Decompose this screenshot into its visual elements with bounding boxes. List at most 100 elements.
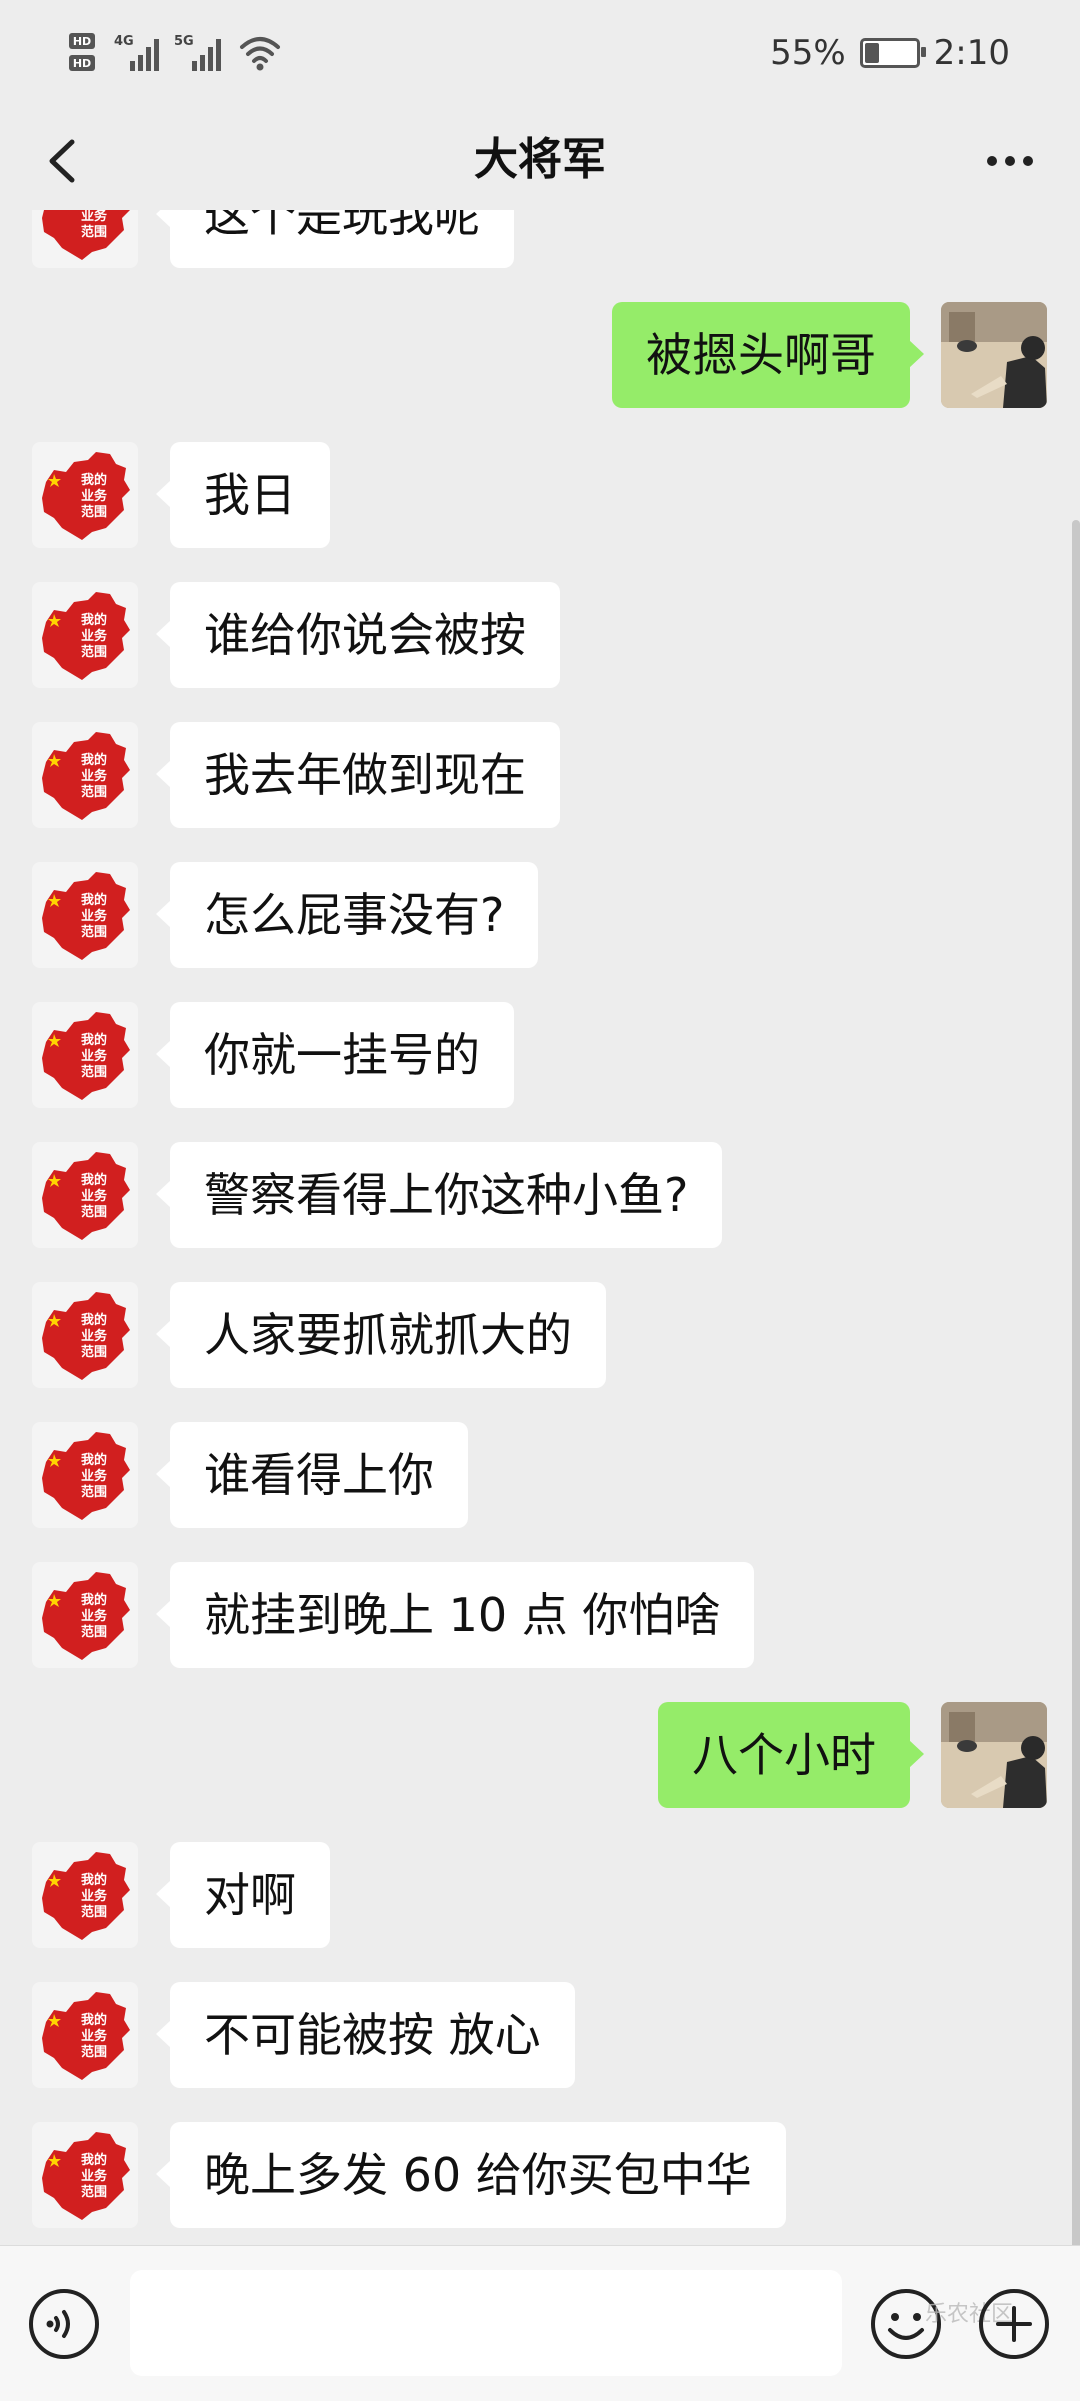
charging-bolt-icon: ⚡ [883,41,896,63]
svg-text:范围: 范围 [81,924,107,940]
message-bubble[interactable]: 我日 [156,442,330,548]
clock-time: 2:10 [933,33,1010,73]
contact-avatar[interactable]: 我的 业务 范围 [32,1982,138,2088]
svg-text:我的: 我的 [81,612,107,628]
svg-text:我的: 我的 [81,752,107,768]
more-dots-icon[interactable] [970,126,1050,196]
message-received[interactable]: 我的 业务 范围 晚上多发 60 给你买包中华 [0,2122,1080,2230]
message-received[interactable]: 我的 业务 范围 怎么屁事没有? [0,862,1080,970]
svg-text:业务: 业务 [81,1048,108,1064]
svg-text:范围: 范围 [81,504,107,520]
message-received[interactable]: 我的 业务 范围 就挂到晚上 10 点 你怕啥 [0,1562,1080,1670]
contact-avatar[interactable]: 我的 业务 范围 [32,1842,138,1948]
contact-avatar[interactable]: 我的 业务 范围 [32,1422,138,1528]
message-received[interactable]: 我的 业务 范围 谁给你说会被按 [0,582,1080,690]
battery-icon: ⚡ [859,38,926,68]
contact-avatar[interactable]: 我的 业务 范围 [32,1002,138,1108]
svg-text:范围: 范围 [81,1624,107,1640]
hd-label: HD [73,35,91,48]
message-received[interactable]: 我的 业务 范围 对啊 [0,1842,1080,1950]
svg-text:我的: 我的 [81,1032,107,1048]
svg-text:业务: 业务 [81,628,108,644]
message-sent[interactable]: 被摁头啊哥 [0,302,1080,410]
svg-text:业务: 业务 [81,210,108,224]
svg-text:我的: 我的 [81,2152,107,2168]
svg-text:我的: 我的 [81,1452,107,1468]
message-received[interactable]: 我的 业务 范围 谁看得上你 [0,1422,1080,1530]
svg-text:业务: 业务 [81,488,108,504]
contact-avatar[interactable]: 我的 业务 范围 [32,582,138,688]
contact-avatar[interactable]: 我的 业务 范围 [32,862,138,968]
signal-icon: 4G [114,34,159,71]
signal-icon: 5G [174,34,221,71]
input-bar: 乐农社区 [0,2245,1080,2401]
contact-avatar[interactable]: 我的 业务 范围 [32,1142,138,1248]
voice-icon[interactable] [26,2286,102,2362]
svg-text:业务: 业务 [81,1888,108,1904]
svg-text:业务: 业务 [81,1188,108,1204]
svg-text:范围: 范围 [81,1904,107,1920]
svg-text:范围: 范围 [81,1344,107,1360]
message-bubble[interactable]: 谁看得上你 [156,1422,468,1528]
hd-label-2: HD [73,57,91,70]
svg-text:业务: 业务 [81,2028,108,2044]
message-bubble[interactable]: 怎么屁事没有? [155,862,539,968]
svg-text:范围: 范围 [81,784,107,800]
message-bubble[interactable]: 你就一挂号的 [156,1002,514,1108]
svg-text:我的: 我的 [81,1172,107,1188]
svg-text:范围: 范围 [81,2184,107,2200]
message-bubble[interactable]: 谁给你说会被按 [156,582,560,688]
svg-text:范围: 范围 [81,1484,107,1500]
message-bubble[interactable]: 八个小时 [658,1702,924,1808]
svg-text:范围: 范围 [81,1064,107,1080]
contact-avatar[interactable]: 我的 业务 范围 [32,722,138,828]
contact-avatar[interactable]: 我的 业务 范围 [32,2122,138,2228]
message-bubble[interactable]: 警察看得上你这种小鱼? [155,1142,723,1248]
message-received[interactable]: 我的 业务 范围 人家要抓就抓大的 [0,1282,1080,1390]
scrollbar[interactable] [1072,520,1080,2245]
contact-avatar[interactable]: 我的 业务 范围 [32,1282,138,1388]
svg-text:业务: 业务 [81,768,108,784]
message-received[interactable]: 我的 业务 范围 不可能被按 放心 [0,1982,1080,2090]
network-5g-label: 5G [174,34,194,49]
svg-text:范围: 范围 [81,1204,107,1220]
message-received[interactable]: 我的 业务 范围 我去年做到现在 [0,722,1080,830]
message-input[interactable] [130,2270,842,2376]
message-bubble[interactable]: 我去年做到现在 [156,722,560,828]
svg-text:我的: 我的 [81,1312,107,1328]
svg-text:业务: 业务 [81,2168,108,2184]
message-received[interactable]: 我的 业务 范围 你就一挂号的 [0,1002,1080,1110]
message-bubble[interactable]: 就挂到晚上 10 点 你怕啥 [155,1562,755,1668]
message-received[interactable]: 我的 业务 范围 这个是玩我呢 [0,210,1080,270]
svg-text:范围: 范围 [81,2044,107,2060]
message-bubble[interactable]: 晚上多发 60 给你买包中华 [156,2122,786,2228]
svg-text:范围: 范围 [81,224,107,240]
message-bubble[interactable]: 这个是玩我呢 [156,210,514,268]
svg-text:范围: 范围 [81,644,107,660]
contact-avatar[interactable]: 我的 业务 范围 [32,210,138,268]
message-bubble[interactable]: 对啊 [156,1842,330,1948]
status-bar-left: HD HD 4G 5G [68,28,282,78]
message-bubble[interactable]: 不可能被按 放心 [156,1982,575,2088]
my-avatar[interactable] [941,302,1047,408]
message-bubble[interactable]: 人家要抓就抓大的 [156,1282,606,1388]
svg-text:业务: 业务 [81,908,108,924]
contact-avatar[interactable]: 我的 业务 范围 [32,442,138,548]
message-sent[interactable]: 八个小时 [0,1702,1080,1810]
svg-text:业务: 业务 [81,1468,108,1484]
status-bar: HD HD 4G 5G 55% ⚡ 2:10 [0,0,1080,110]
battery-percent: 55% [770,33,846,73]
plus-icon[interactable] [976,2286,1052,2362]
hd-icon: HD HD [69,33,95,71]
message-bubble[interactable]: 被摁头啊哥 [612,302,924,408]
wifi-icon [240,37,280,71]
svg-text:业务: 业务 [81,1328,108,1344]
svg-text:我的: 我的 [81,1592,107,1608]
contact-avatar[interactable]: 我的 业务 范围 [32,1562,138,1668]
message-received[interactable]: 我的 业务 范围 警察看得上你这种小鱼? [0,1142,1080,1250]
svg-text:我的: 我的 [81,2012,107,2028]
my-avatar[interactable] [941,1702,1047,1808]
svg-text:我的: 我的 [81,472,107,488]
message-list[interactable]: 我的 业务 范围 这个是玩我呢 被摁头啊哥 我的 业务 范围 我日 我的 业务 … [0,210,1080,2245]
message-received[interactable]: 我的 业务 范围 我日 [0,442,1080,550]
